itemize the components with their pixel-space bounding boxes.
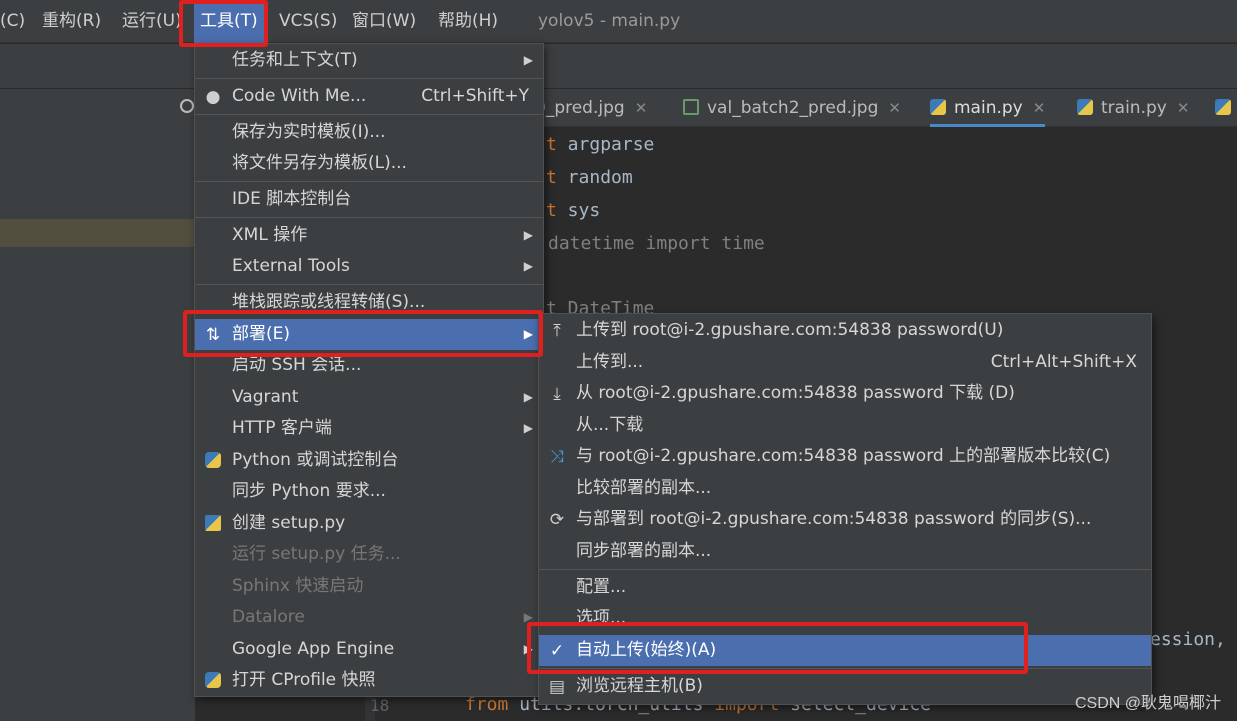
menu-item-external-tools[interactable]: External Tools ▶ xyxy=(195,251,543,282)
python-file-icon xyxy=(930,99,946,115)
code-line: t sys xyxy=(546,200,601,221)
menu-item-code-with-me[interactable]: ● Code With Me... Ctrl+Shift+Y xyxy=(195,81,543,112)
submenu-arrow-icon: ▶ xyxy=(523,53,533,67)
tab-pred-jpg[interactable]: 0_pred.jpg ✕ xyxy=(535,89,647,127)
menu-item-sync-deployed-copy[interactable]: 同步部署的副本... xyxy=(539,536,1151,567)
menu-separator xyxy=(195,181,543,182)
menu-separator xyxy=(195,114,543,115)
python-file-icon xyxy=(1077,99,1093,115)
ide-window: (C) 重构(R) 运行(U) 工具(T) VCS(S) 窗口(W) 帮助(H)… xyxy=(0,0,1237,721)
project-selected-row[interactable] xyxy=(0,219,195,247)
menu-item-open-cprofile[interactable]: 打开 CProfile 快照 xyxy=(195,665,543,696)
server-icon: ▤ xyxy=(548,677,566,697)
menu-window[interactable]: 窗口(W) xyxy=(352,0,416,43)
submenu-arrow-icon: ▶ xyxy=(523,390,533,404)
code-line: ession, xyxy=(1150,629,1226,650)
menu-item-configuration[interactable]: 配置... xyxy=(539,572,1151,603)
tab-main-py[interactable]: main.py ✕ xyxy=(930,89,1046,127)
upload-icon: ⤒ xyxy=(553,321,561,341)
annotation-box-deployment xyxy=(183,310,543,357)
line-number: 18 xyxy=(370,696,390,715)
menu-item-sync-with-deployed[interactable]: ⟳ 与部署到 root@i-2.gpushare.com:54838 passwo… xyxy=(539,504,1151,535)
user-icon: ● xyxy=(205,87,221,107)
menu-item-upload-to[interactable]: 上传到... Ctrl+Alt+Shift+X xyxy=(539,347,1151,378)
menu-item-vagrant[interactable]: Vagrant ▶ xyxy=(195,382,543,413)
cprofile-icon xyxy=(203,671,223,691)
menu-item-save-live-template[interactable]: 保存为实时模板(I)... xyxy=(195,117,543,148)
menu-item-http-client[interactable]: HTTP 客户端 ▶ xyxy=(195,413,543,444)
menu-run[interactable]: 运行(U) xyxy=(122,0,182,43)
compare-icon: ⤨ xyxy=(550,447,564,467)
python-icon xyxy=(203,451,223,471)
submenu-arrow-icon: ▶ xyxy=(523,259,533,273)
settings-icon[interactable] xyxy=(180,99,194,113)
code-line: datetime import time xyxy=(548,233,765,254)
menu-item-xml-actions[interactable]: XML 操作 ▶ xyxy=(195,220,543,251)
menu-item-ide-script-console[interactable]: IDE 脚本控制台 xyxy=(195,184,543,215)
close-icon[interactable]: ✕ xyxy=(888,99,901,117)
menu-item-download-from-server[interactable]: ⤓ 从 root@i-2.gpushare.com:54838 password … xyxy=(539,378,1151,409)
menu-item-sphinx-quickstart: Sphinx 快速启动 xyxy=(232,576,364,596)
menu-separator xyxy=(195,78,543,79)
close-icon[interactable]: ✕ xyxy=(1177,99,1190,117)
annotation-box-tools-menu xyxy=(179,0,268,47)
close-icon[interactable]: ✕ xyxy=(635,99,648,117)
menu-item-tasks-contexts[interactable]: 任务和上下文(T) ▶ xyxy=(195,45,543,76)
menu-separator xyxy=(195,284,543,285)
submenu-arrow-icon: ▶ xyxy=(523,421,533,435)
tab-train-py[interactable]: train.py ✕ xyxy=(1077,89,1189,127)
menu-item-compare-deployed-copy[interactable]: 比较部署的副本... xyxy=(539,473,1151,504)
code-line: t random xyxy=(546,167,633,188)
menu-item-download-from[interactable]: 从...下载 xyxy=(539,410,1151,441)
code-line: t argparse xyxy=(546,134,655,155)
watermark: CSDN @耿鬼喝椰汁 xyxy=(1074,695,1221,712)
download-icon: ⤓ xyxy=(553,384,561,404)
python-file-icon xyxy=(203,514,223,534)
sync-icon: ⟳ xyxy=(549,510,565,530)
menu-item-run-setup-py-task: 运行 setup.py 任务... xyxy=(232,544,401,564)
menu-item-upload-to-server[interactable]: ⤒ 上传到 root@i-2.gpushare.com:54838 passwor… xyxy=(539,315,1151,346)
menu-code[interactable]: (C) xyxy=(0,0,25,43)
menu-item-browse-remote-host[interactable]: ▤ 浏览远程主机(B) xyxy=(539,671,1151,702)
annotation-box-auto-upload xyxy=(527,622,1028,674)
menu-help[interactable]: 帮助(H) xyxy=(438,0,498,43)
menu-item-compare-deployed[interactable]: ⤨ 与 root@i-2.gpushare.com:54838 password … xyxy=(539,441,1151,472)
submenu-arrow-icon: ▶ xyxy=(523,228,533,242)
tab-val-batch2-pred-jpg[interactable]: val_batch2_pred.jpg ✕ xyxy=(683,89,901,127)
menu-separator xyxy=(195,217,543,218)
menu-separator xyxy=(539,569,1151,570)
menu-item-save-file-template[interactable]: 将文件另存为模板(L)... xyxy=(195,148,543,179)
menu-item-google-app-engine[interactable]: Google App Engine ▶ xyxy=(195,634,543,665)
project-panel xyxy=(0,89,195,721)
tab-overflow[interactable] xyxy=(1215,89,1237,127)
menu-refactor[interactable]: 重构(R) xyxy=(42,0,101,43)
menu-item-datalore: Datalore ▶ xyxy=(195,602,543,633)
menu-item-sync-python-requirements[interactable]: 同步 Python 要求... xyxy=(195,476,543,507)
toolbar xyxy=(0,44,1237,89)
close-icon[interactable]: ✕ xyxy=(1033,99,1046,117)
menu-vcs[interactable]: VCS(S) xyxy=(279,0,337,43)
window-title: yolov5 - main.py xyxy=(538,11,681,31)
image-file-icon xyxy=(683,99,699,115)
tools-dropdown-menu: 任务和上下文(T) ▶ ● Code With Me... Ctrl+Shift+Y … xyxy=(194,43,544,697)
python-file-icon xyxy=(1215,99,1231,115)
menu-item-python-console[interactable]: Python 或调试控制台 xyxy=(195,445,543,476)
menu-item-create-setup-py[interactable]: 创建 setup.py xyxy=(195,508,543,539)
